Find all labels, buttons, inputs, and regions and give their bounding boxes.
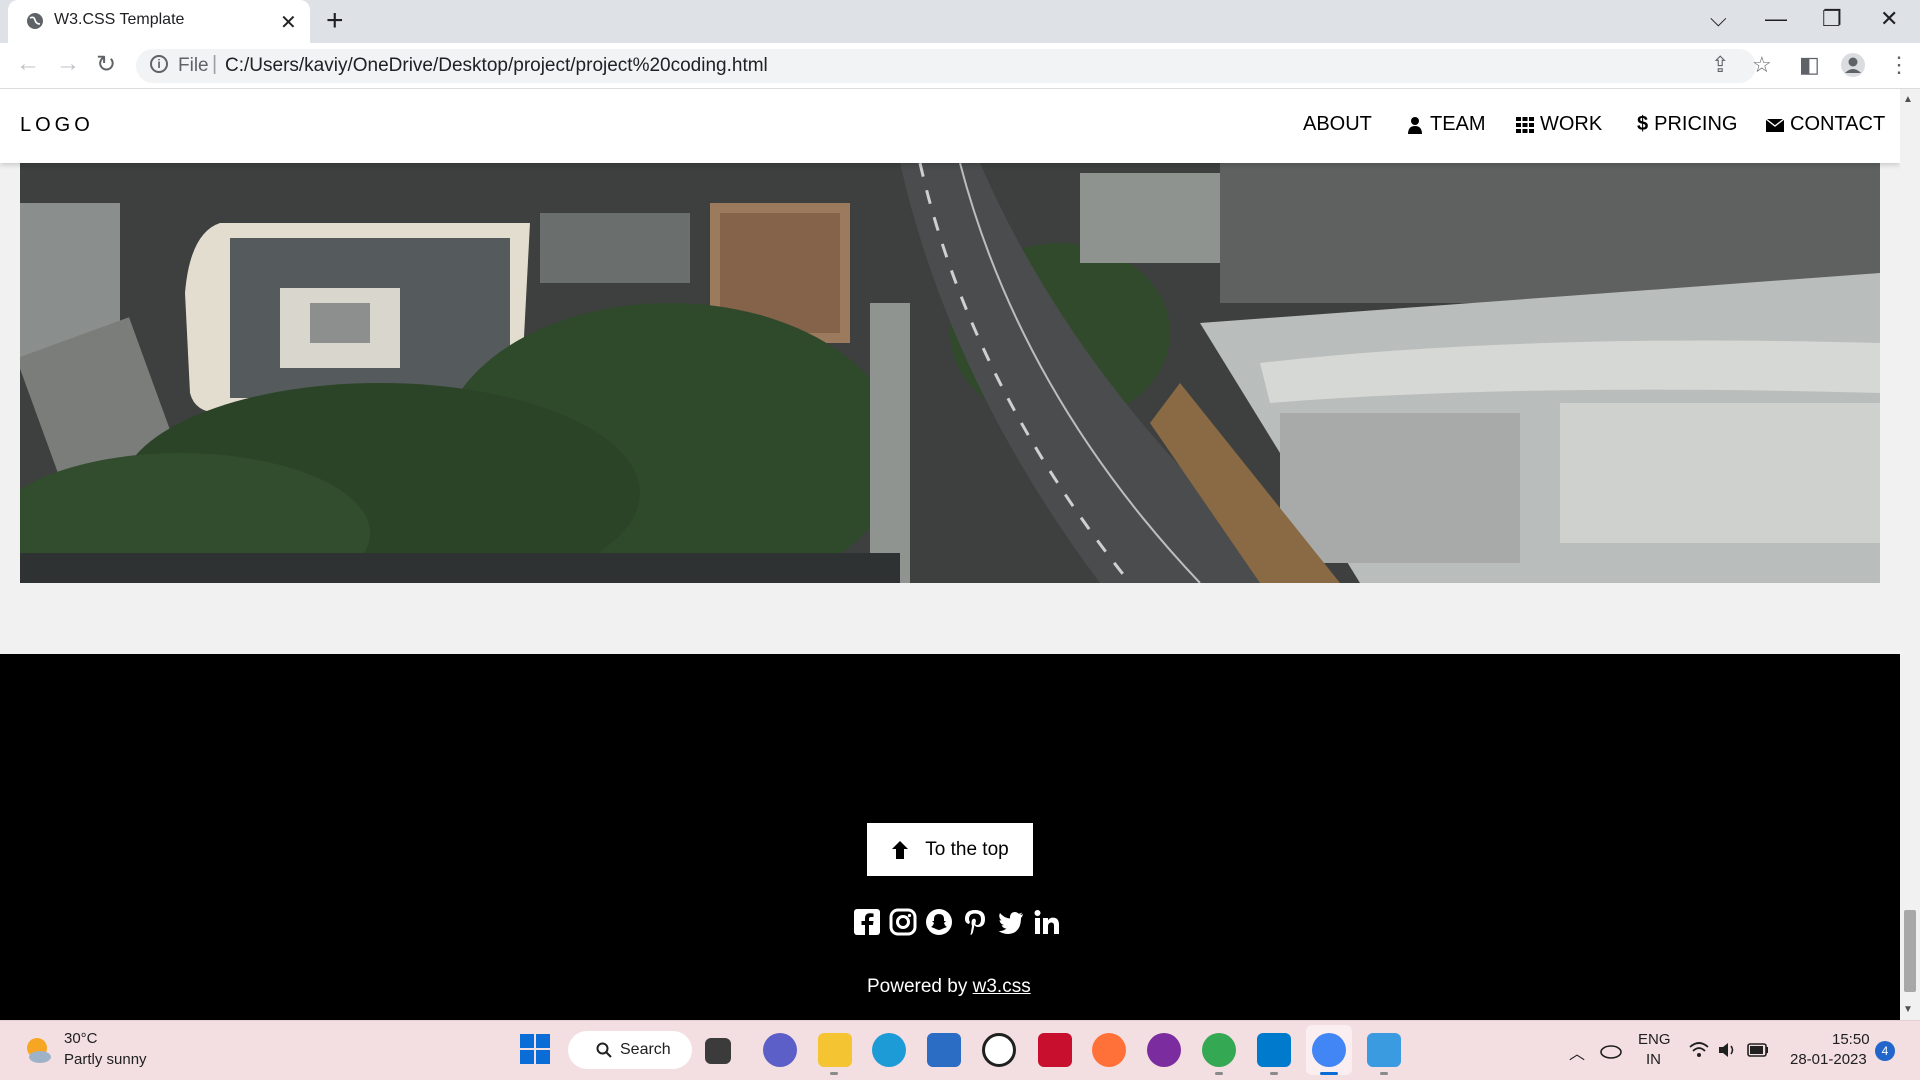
task-view-icon[interactable] [705, 1038, 731, 1064]
firefox-icon[interactable] [1092, 1033, 1126, 1067]
nav-pricing-label: PRICING [1654, 113, 1738, 135]
to-top-label: To the top [925, 838, 1009, 860]
game-icon[interactable] [1147, 1033, 1181, 1067]
url-scheme: File [178, 55, 209, 76]
chrome-active-indicator [1320, 1072, 1338, 1075]
nav-about-label: ABOUT [1303, 113, 1372, 135]
nav-team-label: TEAM [1430, 113, 1486, 135]
powered-by: Powered by w3.css [867, 976, 1031, 998]
explorer-running-indicator [830, 1072, 838, 1075]
user-icon [1408, 116, 1422, 134]
side-panel-icon[interactable]: ◧ [1799, 52, 1820, 78]
nav-about[interactable]: ABOUT [1303, 113, 1372, 136]
dell-icon[interactable] [982, 1033, 1016, 1067]
url-text[interactable]: C:/Users/kaviy/OneDrive/Desktop/project/… [225, 55, 768, 77]
restore-icon[interactable]: ❐ [1822, 6, 1842, 32]
nav-work[interactable]: WORK [1516, 113, 1602, 136]
partly-sunny-icon[interactable] [22, 1034, 54, 1066]
chrome-icon[interactable] [1202, 1033, 1236, 1067]
edge-icon[interactable] [872, 1033, 906, 1067]
hero-aerial-image [20, 163, 1880, 583]
weather-condition[interactable]: Partly sunny [64, 1051, 147, 1068]
language-indicator[interactable]: ENG [1638, 1031, 1671, 1048]
clock-time[interactable]: 15:50 [1832, 1031, 1870, 1048]
volume-icon[interactable] [1717, 1040, 1739, 1060]
taskbar-search[interactable]: Search [568, 1031, 692, 1069]
twitter-icon[interactable] [997, 908, 1025, 936]
bookmark-star-icon[interactable]: ☆ [1752, 52, 1772, 78]
chrome-running-indicator [1215, 1072, 1223, 1075]
notification-badge[interactable]: 4 [1875, 1041, 1895, 1061]
profile-avatar-icon[interactable] [1840, 52, 1866, 78]
weather-temperature[interactable]: 30°C [64, 1030, 98, 1047]
info-icon[interactable]: i [150, 55, 168, 73]
nav-pricing[interactable]: $ PRICING [1637, 113, 1737, 136]
reload-icon[interactable]: ↻ [96, 50, 116, 79]
browser-menu-icon[interactable]: ⋮ [1888, 52, 1910, 78]
envelope-icon [1766, 117, 1784, 132]
search-label: Search [620, 1041, 671, 1058]
file-explorer-icon[interactable] [818, 1033, 852, 1067]
new-tab-button[interactable]: + [326, 4, 344, 38]
vscode-running-indicator [1270, 1072, 1278, 1075]
globe-icon [27, 13, 43, 29]
share-icon[interactable]: ⇪ [1711, 52, 1729, 78]
tab-close-icon[interactable]: ✕ [280, 10, 297, 35]
clock-date[interactable]: 28-01-2023 [1790, 1051, 1867, 1068]
to-top-button[interactable]: To the top [867, 823, 1033, 876]
nav-work-label: WORK [1540, 113, 1603, 135]
pinterest-icon[interactable] [961, 908, 989, 936]
store-icon[interactable] [927, 1033, 961, 1067]
wifi-icon[interactable] [1688, 1040, 1710, 1060]
show-hidden-icons[interactable]: ︿ [1569, 1040, 1585, 1064]
instagram-icon[interactable] [889, 908, 917, 936]
dollar-icon: $ [1637, 113, 1649, 135]
top-navbar: LOGO ABOUT TEAM WORK $ PRICING CONTACT [0, 89, 1900, 163]
w3css-link[interactable]: w3.css [973, 976, 1031, 997]
photos-running-indicator [1380, 1072, 1388, 1075]
facebook-icon[interactable] [853, 908, 881, 936]
page-scrollbar[interactable] [1900, 89, 1920, 1020]
page-viewport: LOGO ABOUT TEAM WORK $ PRICING CONTACT [0, 89, 1900, 1020]
vscode-icon[interactable] [1257, 1033, 1291, 1067]
close-window-icon[interactable]: ✕ [1880, 6, 1898, 32]
social-icons [853, 907, 1061, 937]
chrome-active-icon[interactable] [1312, 1033, 1346, 1067]
nav-contact-label: CONTACT [1790, 113, 1886, 135]
scroll-thumb[interactable] [1904, 910, 1916, 992]
region-indicator[interactable]: IN [1646, 1051, 1661, 1068]
nav-team[interactable]: TEAM [1406, 113, 1486, 136]
scroll-down-arrow-icon[interactable]: ▼ [1903, 1004, 1913, 1015]
site-logo[interactable]: LOGO [20, 114, 94, 137]
url-separator: | [212, 53, 218, 75]
back-icon[interactable]: ← [16, 50, 40, 78]
search-icon [596, 1042, 612, 1058]
powered-prefix: Powered by [867, 976, 973, 997]
linkedin-icon[interactable] [1033, 908, 1061, 936]
grid-icon [1516, 116, 1534, 133]
onedrive-icon[interactable] [1600, 1040, 1622, 1060]
snapchat-icon[interactable] [925, 908, 953, 936]
nav-contact[interactable]: CONTACT [1766, 113, 1885, 136]
tab-title: W3.CSS Template [54, 11, 185, 28]
arrow-up-icon [892, 840, 909, 859]
battery-icon[interactable] [1747, 1043, 1769, 1057]
forward-icon[interactable]: → [56, 50, 80, 78]
teams-chat-icon[interactable] [763, 1033, 797, 1067]
windows-start-icon[interactable] [520, 1034, 550, 1064]
scroll-up-arrow-icon[interactable]: ▲ [1903, 94, 1913, 105]
minimize-icon[interactable]: — [1765, 6, 1787, 32]
mcafee-icon[interactable] [1038, 1033, 1072, 1067]
photos-icon[interactable] [1367, 1033, 1401, 1067]
tab-search-icon[interactable]: ⌵ [1710, 6, 1727, 32]
